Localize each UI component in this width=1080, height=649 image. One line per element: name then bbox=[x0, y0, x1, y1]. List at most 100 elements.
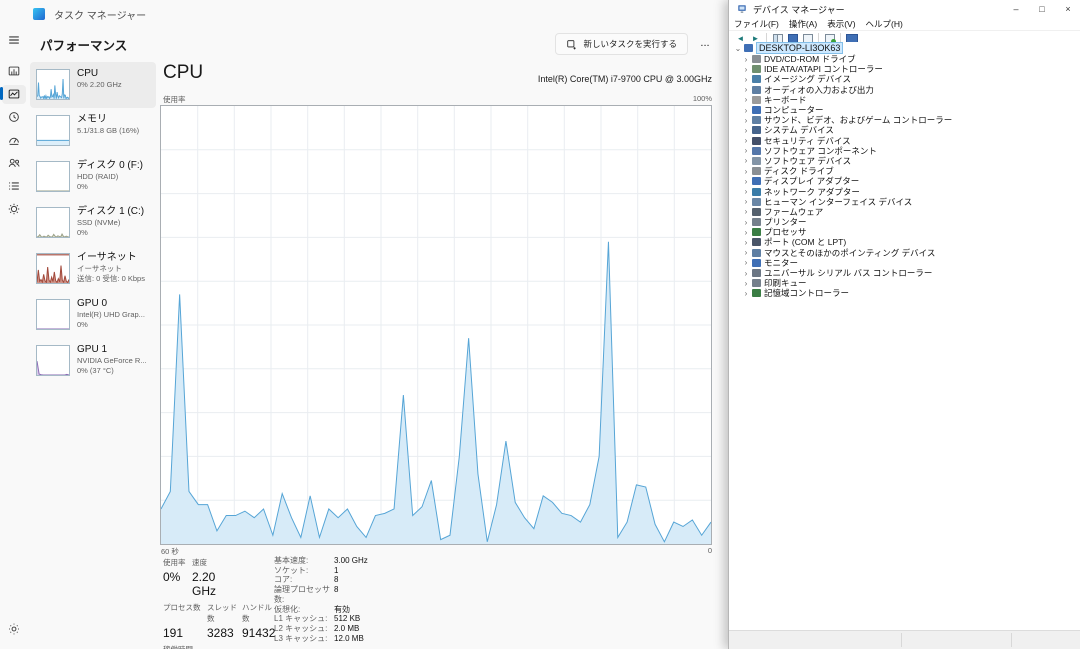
device-manager-app-icon bbox=[737, 4, 747, 14]
sidebar-item-subtext: 0% (37 °C) bbox=[77, 366, 155, 376]
device-manager-window: デバイス マネージャー – □ × ファイル(F) 操作(A) 表示(V) ヘル… bbox=[728, 0, 1080, 649]
chevron-right-icon[interactable]: › bbox=[742, 146, 750, 155]
sidebar-item-subtext: 0% 2.20 GHz bbox=[77, 80, 155, 90]
sidebar-item--0-f-[interactable]: ディスク 0 (F:)HDD (RAID)0% bbox=[30, 154, 156, 200]
sidebar-spark-thumbnail bbox=[36, 207, 70, 238]
spec-value: 12.0 MB bbox=[334, 634, 364, 644]
spec-row: 論理プロセッサ数:8 bbox=[274, 585, 368, 604]
chevron-right-icon[interactable]: › bbox=[742, 187, 750, 196]
sidebar-item-title: ディスク 1 (C:) bbox=[77, 205, 155, 218]
dm-titlebar[interactable]: デバイス マネージャー – □ × bbox=[729, 0, 1080, 18]
close-button[interactable]: × bbox=[1062, 4, 1074, 14]
chevron-right-icon[interactable]: › bbox=[742, 116, 750, 125]
menu-view[interactable]: 表示(V) bbox=[822, 18, 860, 30]
chevron-right-icon[interactable]: › bbox=[742, 218, 750, 227]
sidebar-item--[interactable]: イーサネットイーサネット送信: 0 受信: 0 Kbps bbox=[30, 246, 156, 292]
chevron-right-icon[interactable]: › bbox=[742, 136, 750, 145]
chevron-right-icon[interactable]: › bbox=[742, 248, 750, 257]
chevron-right-icon[interactable]: › bbox=[742, 207, 750, 216]
sidebar-item-subtext: 0% bbox=[77, 182, 155, 192]
imaging-device-icon bbox=[752, 75, 761, 83]
chevron-right-icon[interactable]: › bbox=[742, 269, 750, 278]
chevron-right-icon[interactable]: › bbox=[742, 95, 750, 104]
chevron-right-icon[interactable]: › bbox=[742, 55, 750, 64]
sidebar-item--1-c-[interactable]: ディスク 1 (C:)SSD (NVMe)0% bbox=[30, 200, 156, 246]
hid-icon bbox=[752, 198, 761, 206]
chevron-right-icon[interactable]: › bbox=[742, 106, 750, 115]
device-category-label: 記憶域コントローラー bbox=[764, 287, 849, 299]
chevron-right-icon[interactable]: › bbox=[742, 177, 750, 186]
mouse-icon bbox=[752, 249, 761, 257]
chevron-right-icon[interactable]: › bbox=[742, 258, 750, 267]
chevron-right-icon[interactable]: › bbox=[742, 197, 750, 206]
users-icon[interactable] bbox=[0, 151, 28, 174]
spec-row: L2 キャッシュ:2.0 MB bbox=[274, 624, 368, 634]
cpu-usage-chart bbox=[160, 105, 712, 545]
dm-statusbar bbox=[729, 630, 1080, 649]
sidebar-item-cpu[interactable]: CPU0% 2.20 GHz bbox=[30, 62, 156, 108]
performance-icon[interactable] bbox=[0, 82, 28, 105]
run-new-task-button[interactable]: 新しいタスクを実行する bbox=[555, 33, 688, 55]
system-device-icon bbox=[752, 126, 761, 134]
chevron-right-icon[interactable]: › bbox=[742, 238, 750, 247]
device-tree-root[interactable]: ⌄ DESKTOP-LI3OK63 bbox=[729, 42, 1080, 54]
tm-nav-rail bbox=[0, 28, 28, 649]
chevron-right-icon[interactable]: › bbox=[742, 228, 750, 237]
services-icon[interactable] bbox=[0, 197, 28, 220]
keyboard-icon bbox=[752, 96, 761, 104]
sidebar-item-subtext: イーサネット bbox=[77, 264, 155, 274]
software-device-icon bbox=[752, 157, 761, 165]
chevron-right-icon[interactable]: › bbox=[742, 75, 750, 84]
run-new-task-label: 新しいタスクを実行する bbox=[583, 38, 677, 50]
chevron-down-icon[interactable]: ⌄ bbox=[734, 44, 742, 53]
run-new-task-icon bbox=[566, 39, 577, 50]
spec-label: コア: bbox=[274, 575, 334, 585]
sidebar-item-subtext: 5.1/31.8 GB (16%) bbox=[77, 126, 155, 136]
stat-value: 0% bbox=[163, 570, 192, 598]
menu-file[interactable]: ファイル(F) bbox=[729, 18, 784, 30]
dm-menubar: ファイル(F) 操作(A) 表示(V) ヘルプ(H) bbox=[729, 18, 1080, 31]
computer-icon bbox=[752, 106, 761, 114]
usb-controller-icon bbox=[752, 269, 761, 277]
stat-value: 3283 bbox=[207, 626, 242, 640]
settings-gear-icon[interactable] bbox=[0, 617, 28, 640]
startup-apps-icon[interactable] bbox=[0, 128, 28, 151]
cpu-stats-left: 使用率速度0%2.20 GHzプロセス数スレッド数ハンドル数1913283914… bbox=[163, 553, 277, 649]
disk-drive-icon bbox=[752, 167, 761, 175]
device-tree-root-label[interactable]: DESKTOP-LI3OK63 bbox=[756, 42, 843, 54]
sidebar-item--[interactable]: メモリ5.1/31.8 GB (16%) bbox=[30, 108, 156, 154]
sidebar-item-gpu-0[interactable]: GPU 0Intel(R) UHD Grap...0% bbox=[30, 292, 156, 338]
more-options-button[interactable]: ... bbox=[694, 33, 716, 55]
sidebar-item-title: GPU 0 bbox=[77, 297, 155, 310]
stat-label: プロセス数 bbox=[163, 602, 207, 624]
cpu-pane: CPU Intel(R) Core(TM) i7-9700 CPU @ 3.00… bbox=[160, 60, 714, 555]
spec-value: 2.0 MB bbox=[334, 624, 359, 634]
chevron-right-icon[interactable]: › bbox=[742, 126, 750, 135]
sound-video-game-icon bbox=[752, 116, 761, 124]
chevron-right-icon[interactable]: › bbox=[742, 289, 750, 298]
chevron-right-icon[interactable]: › bbox=[742, 85, 750, 94]
processes-icon[interactable] bbox=[0, 59, 28, 82]
print-queue-icon bbox=[752, 279, 761, 287]
printer-icon bbox=[752, 218, 761, 226]
maximize-button[interactable]: □ bbox=[1036, 4, 1048, 14]
chevron-right-icon[interactable]: › bbox=[742, 167, 750, 176]
app-history-icon[interactable] bbox=[0, 105, 28, 128]
device-tree-item[interactable]: › 記憶域コントローラー bbox=[729, 288, 1080, 298]
cpu-heading: CPU bbox=[163, 62, 203, 84]
cpu-stats: 使用率速度0%2.20 GHzプロセス数スレッド数ハンドル数1913283914… bbox=[160, 553, 714, 649]
chevron-right-icon[interactable]: › bbox=[742, 279, 750, 288]
ide-controller-icon bbox=[752, 65, 761, 73]
sidebar-item-title: メモリ bbox=[77, 113, 155, 126]
menu-action[interactable]: 操作(A) bbox=[784, 18, 822, 30]
minimize-button[interactable]: – bbox=[1010, 4, 1022, 14]
tm-titlebar[interactable]: タスク マネージャー bbox=[0, 0, 728, 28]
menu-help[interactable]: ヘルプ(H) bbox=[861, 18, 908, 30]
chevron-right-icon[interactable]: › bbox=[742, 65, 750, 74]
software-component-icon bbox=[752, 147, 761, 155]
details-icon[interactable] bbox=[0, 174, 28, 197]
sidebar-item-title: CPU bbox=[77, 67, 155, 80]
menu-icon[interactable] bbox=[0, 28, 28, 51]
sidebar-item-gpu-1[interactable]: GPU 1NVIDIA GeForce R...0% (37 °C) bbox=[30, 338, 156, 384]
chevron-right-icon[interactable]: › bbox=[742, 156, 750, 165]
